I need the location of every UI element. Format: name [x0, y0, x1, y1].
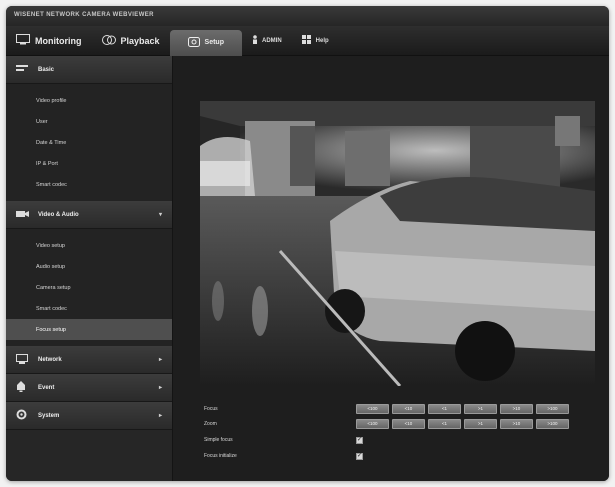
sidebar-category-event[interactable]: Event ▸: [6, 374, 172, 402]
focus-label: Focus: [204, 405, 218, 412]
zoom-plus-10-button[interactable]: >10: [500, 418, 533, 429]
playback-label: Playback: [120, 35, 160, 46]
help-icon: [301, 35, 312, 46]
sidebar-item-audio-setup[interactable]: Audio setup: [6, 256, 172, 277]
focus-minus-1-button[interactable]: <1: [428, 403, 461, 414]
camera-video-feed: [200, 101, 595, 386]
setup-button[interactable]: Setup: [169, 29, 242, 56]
app-window: WISENET NETWORK CAMERA WEBVIEWER Monitor…: [6, 6, 609, 481]
sidebar-category-network[interactable]: Network ▸: [6, 346, 172, 374]
sidebar-item-user[interactable]: User: [6, 111, 172, 132]
simple-focus-row: Simple focus ✓: [204, 433, 599, 447]
zoom-minus-10-button[interactable]: <10: [392, 418, 425, 429]
sidebar-category-basic[interactable]: Basic: [6, 56, 172, 84]
user-icon: [252, 35, 258, 46]
main-panel: Focus <100 <10 <1 >1 >10 >100 Zoom <100 …: [173, 56, 609, 481]
focus-initialize-label: Focus initialize: [204, 453, 237, 459]
check-icon: ✓: [356, 453, 363, 459]
focus-plus-100-button[interactable]: >100: [536, 403, 569, 414]
user-label: ADMIN: [261, 37, 282, 44]
sidebar-item-smart-codec-2[interactable]: Smart codec: [6, 298, 172, 319]
sidebar-item-ip-port[interactable]: IP & Port: [6, 153, 172, 174]
setup-icon: [187, 36, 200, 49]
focus-controls: Focus <100 <10 <1 >1 >10 >100 Zoom <100 …: [204, 403, 599, 465]
focus-minus-10-button[interactable]: <10: [392, 403, 425, 414]
chevron-down-icon: ▾: [158, 212, 162, 218]
setup-label: Setup: [204, 39, 224, 46]
zoom-label: Zoom: [204, 420, 217, 427]
basic-icon: [16, 64, 30, 76]
network-icon: [16, 353, 30, 366]
sidebar-category-label: Video & Audio: [38, 211, 79, 218]
chevron-right-icon: ▸: [158, 385, 162, 391]
focus-plus-10-button[interactable]: >10: [500, 403, 533, 414]
user-menu[interactable]: ADMIN: [242, 35, 292, 46]
chevron-right-icon: ▸: [158, 357, 162, 363]
zoom-minus-1-button[interactable]: <1: [428, 418, 461, 429]
check-icon: ✓: [356, 437, 363, 443]
zoom-row: Zoom <100 <10 <1 >1 >10 >100: [204, 418, 599, 429]
chevron-right-icon: ▸: [158, 413, 162, 419]
simple-focus-checkbox[interactable]: ✓: [356, 436, 363, 444]
simple-focus-label: Simple focus: [204, 437, 233, 443]
sidebar-item-video-profile[interactable]: Video profile: [6, 90, 172, 111]
focus-minus-100-button[interactable]: <100: [356, 403, 389, 414]
sidebar-item-smart-codec[interactable]: Smart codec: [6, 174, 172, 195]
sidebar-item-date-time[interactable]: Date & Time: [6, 132, 172, 153]
sidebar-item-video-setup[interactable]: Video setup: [6, 235, 172, 256]
playback-button[interactable]: Playback: [92, 26, 170, 55]
gear-icon: [16, 409, 30, 422]
sidebar: Basic Video profile User Date & Time IP …: [6, 56, 173, 481]
focus-plus-1-button[interactable]: >1: [464, 403, 497, 414]
sidebar-category-video-audio[interactable]: Video & Audio ▾: [6, 201, 172, 229]
event-icon: [16, 381, 30, 394]
sidebar-item-focus-setup[interactable]: Focus setup: [6, 319, 172, 340]
zoom-minus-100-button[interactable]: <100: [356, 418, 389, 429]
monitoring-label: Monitoring: [35, 35, 82, 46]
window-title: WISENET NETWORK CAMERA WEBVIEWER: [6, 6, 609, 26]
sidebar-item-camera-setup[interactable]: Camera setup: [6, 277, 172, 298]
camera-icon: [16, 209, 30, 220]
sidebar-category-system[interactable]: System ▸: [6, 402, 172, 430]
playback-icon: [101, 34, 116, 48]
focus-row: Focus <100 <10 <1 >1 >10 >100: [204, 403, 599, 414]
sidebar-category-label: Event: [38, 384, 55, 391]
zoom-plus-1-button[interactable]: >1: [464, 418, 497, 429]
focus-initialize-row: Focus initialize ✓: [204, 449, 599, 463]
monitor-icon: [16, 34, 30, 47]
sidebar-category-label: System: [38, 412, 60, 419]
help-menu[interactable]: Help: [292, 35, 339, 46]
sidebar-category-label: Basic: [38, 66, 55, 73]
zoom-plus-100-button[interactable]: >100: [536, 418, 569, 429]
top-navigation: Monitoring Playback Setup ADMIN Help: [6, 26, 609, 56]
focus-initialize-checkbox[interactable]: ✓: [356, 452, 363, 460]
monitoring-button[interactable]: Monitoring: [6, 26, 92, 55]
sidebar-category-label: Network: [38, 356, 62, 363]
help-label: Help: [315, 37, 329, 44]
